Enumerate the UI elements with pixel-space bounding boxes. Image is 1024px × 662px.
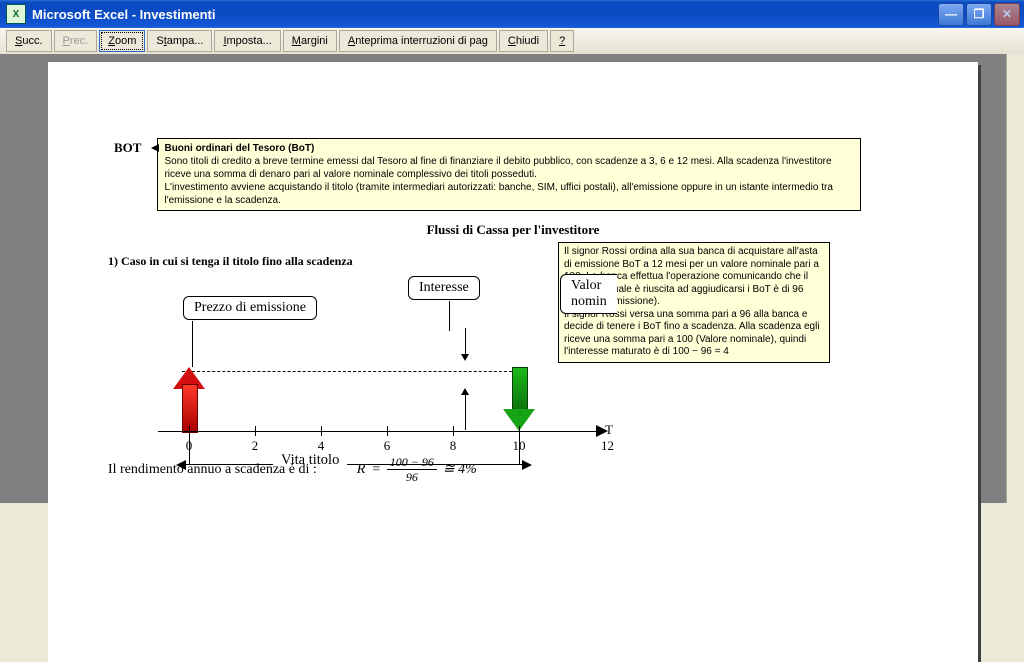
bot-definition-box: Buoni ordinari del Tesoro (BoT) Sono tit… <box>157 138 861 211</box>
close-preview-button[interactable]: Chiudi <box>499 30 548 52</box>
axis-label-T: T <box>605 422 613 438</box>
minimize-button[interactable]: — <box>938 3 964 26</box>
maximize-button[interactable]: ❐ <box>966 3 992 26</box>
tick-8: 8 <box>450 438 457 454</box>
time-axis <box>158 431 598 432</box>
dashed-reference-line <box>182 371 522 372</box>
prev-button: Prec. <box>54 30 98 52</box>
bot-heading: BOT <box>114 138 141 156</box>
close-button[interactable]: ✕ <box>994 3 1020 26</box>
case-1-title: 1) Caso in cui si tenga il titolo fino a… <box>108 254 353 269</box>
inflow-arrow-icon <box>508 367 530 431</box>
bot-definition-body: Sono titoli di credito a breve termine e… <box>164 156 832 206</box>
app-icon: X <box>6 4 26 24</box>
window-title: Microsoft Excel - Investimenti <box>32 7 938 22</box>
callout-prezzo-emissione: Prezzo di emissione <box>183 296 317 320</box>
preview-page: BOT Buoni ordinari del Tesoro (BoT) Sono… <box>48 62 978 662</box>
bot-definition-title: Buoni ordinari del Tesoro (BoT) <box>164 143 314 154</box>
yield-statement: Il rendimento annuo a scadenza è di : R … <box>108 456 477 483</box>
preview-workspace: BOT Buoni ordinari del Tesoro (BoT) Sono… <box>0 54 1024 503</box>
yield-formula: R = 100 − 96 96 ≅ 4% <box>357 456 477 483</box>
window-titlebar: X Microsoft Excel - Investimenti — ❐ ✕ <box>0 0 1024 28</box>
axis-label-12: 12 <box>601 438 614 454</box>
outflow-arrow-icon <box>178 367 200 431</box>
tick-2: 2 <box>252 438 259 454</box>
arrow-left-icon <box>149 142 159 152</box>
vertical-scrollbar[interactable] <box>1006 54 1024 503</box>
zoom-button[interactable]: Zoom <box>99 30 145 52</box>
callout-valore-nominale: Valornomin <box>560 274 617 314</box>
callout-interesse: Interesse <box>408 276 480 300</box>
help-button[interactable]: ? <box>550 30 574 52</box>
next-button[interactable]: Succ. <box>6 30 52 52</box>
margins-button[interactable]: Margini <box>283 30 337 52</box>
setup-button[interactable]: Imposta... <box>214 30 280 52</box>
cashflow-diagram: Prezzo di emissione Interesse Valornomin <box>108 272 608 472</box>
pagebreak-preview-button[interactable]: Anteprima interruzioni di pag <box>339 30 497 52</box>
yield-text: Il rendimento annuo a scadenza è di : <box>108 462 317 478</box>
print-button[interactable]: Stampa... <box>147 30 212 52</box>
print-preview-toolbar: Succ. Prec. Zoom Stampa... Imposta... Ma… <box>0 28 1024 55</box>
section-title: Flussi di Cassa per l'investitore <box>48 222 978 238</box>
tick-6: 6 <box>384 438 391 454</box>
